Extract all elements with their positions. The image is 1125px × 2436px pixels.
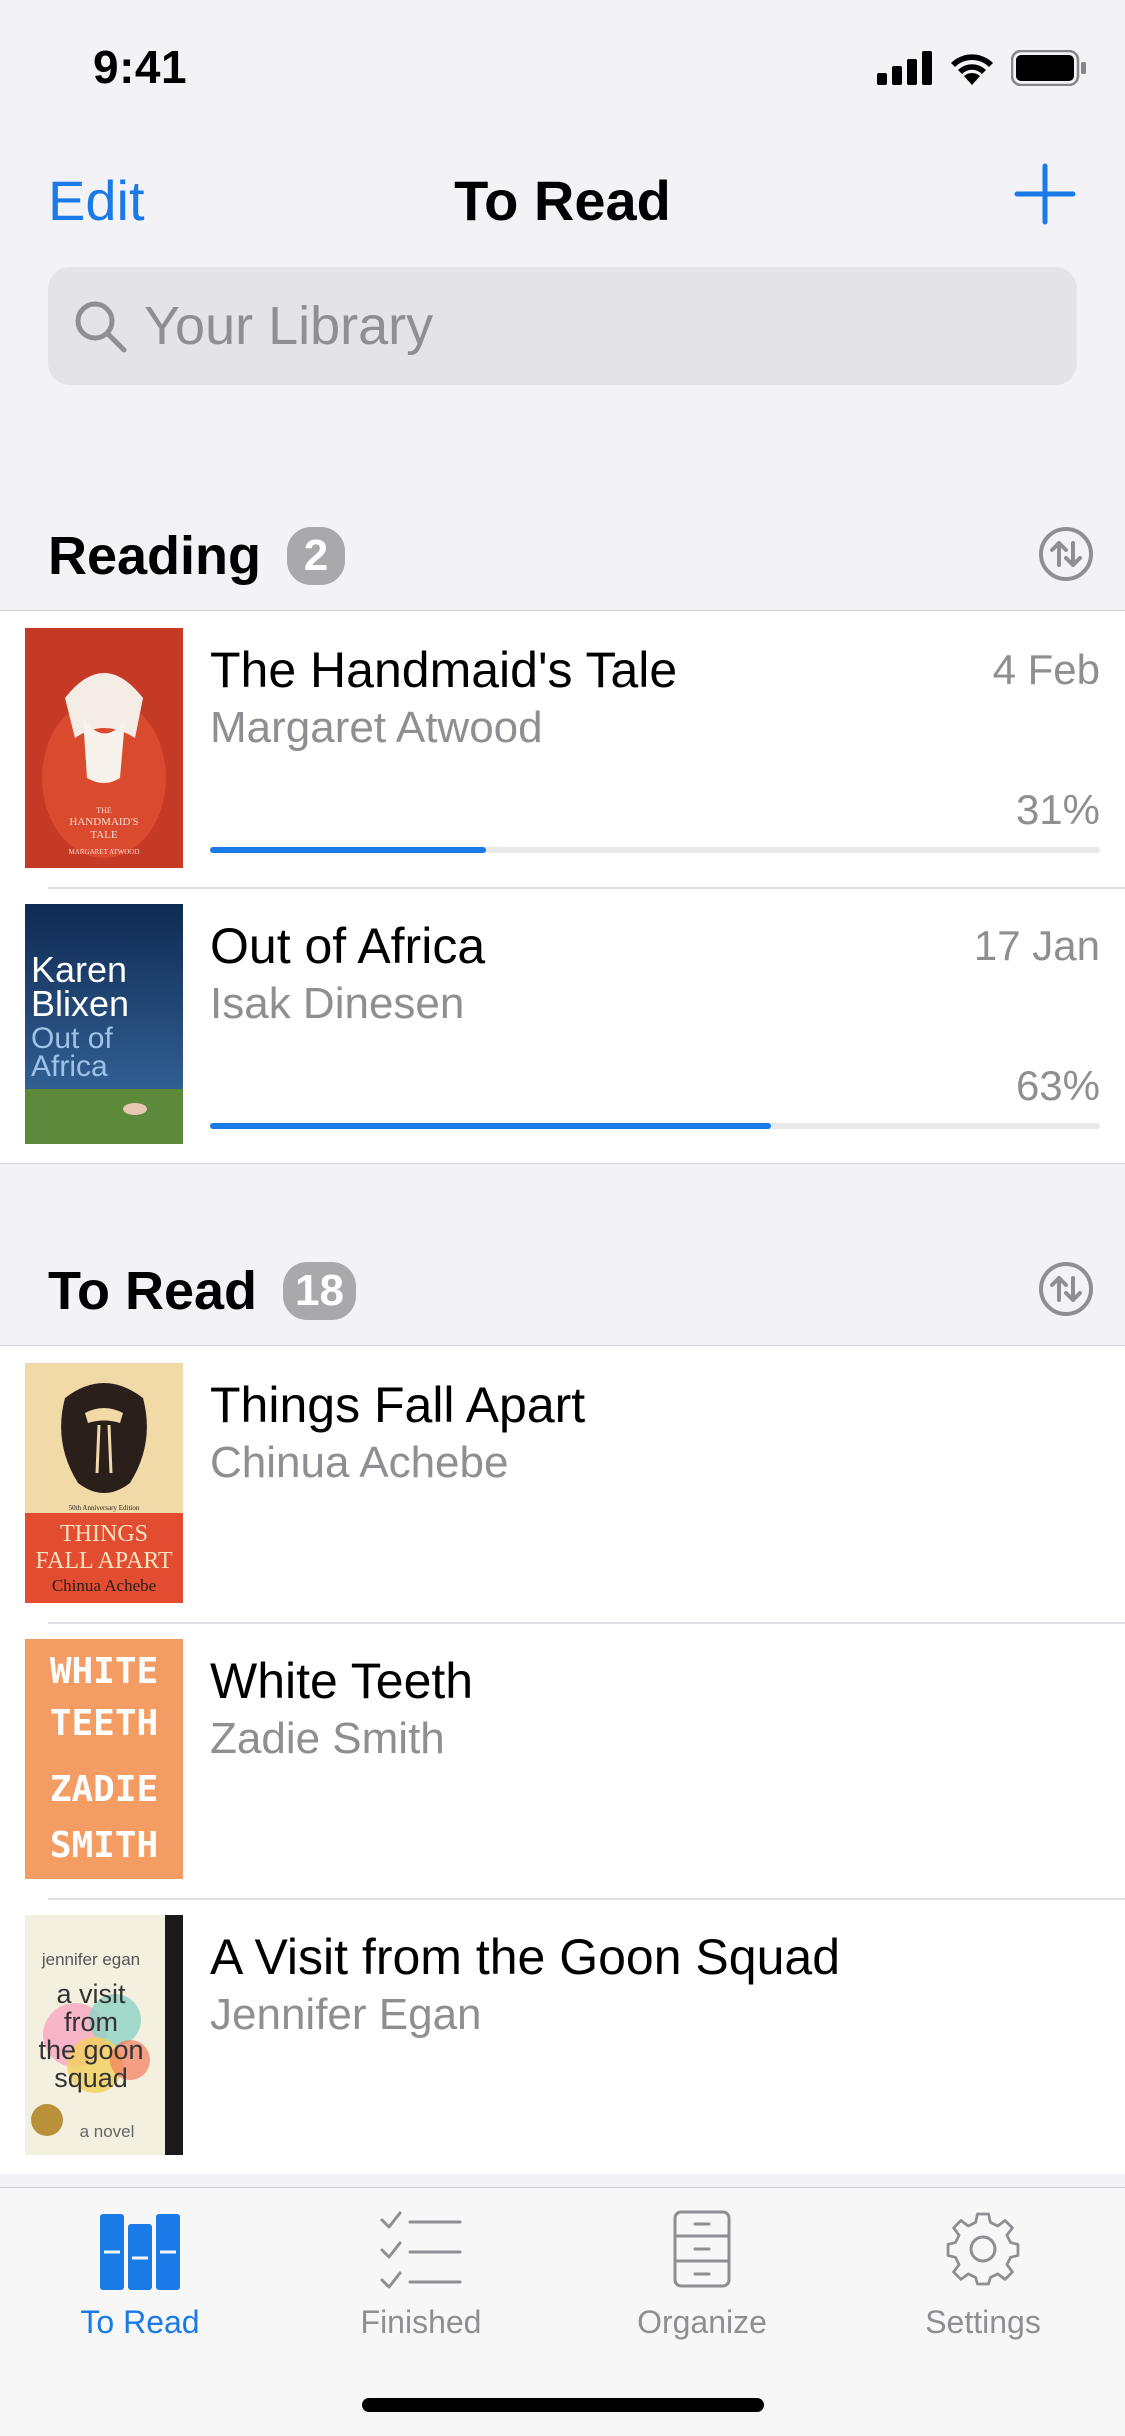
- cover-text: jennifer egan: [41, 1950, 140, 1969]
- book-title: A Visit from the Goon Squad: [210, 1929, 841, 1985]
- status-time: 9:41: [93, 41, 188, 93]
- search-icon: [75, 301, 127, 353]
- to-read-section-header: To Read 18: [0, 1260, 1125, 1350]
- search-placeholder: Your Library: [144, 296, 434, 356]
- sort-icon[interactable]: [1037, 525, 1095, 583]
- cabinet-icon: [673, 2210, 731, 2288]
- book-date: 17 Jan: [973, 922, 1100, 969]
- reading-list: THE HANDMAID'S TALE MARGARET ATWOOD The …: [0, 610, 1125, 1164]
- page-title: To Read: [454, 169, 671, 232]
- cover-text: squad: [54, 2063, 128, 2093]
- tab-organize[interactable]: Organize: [562, 2208, 842, 2341]
- book-title: Things Fall Apart: [210, 1377, 586, 1433]
- plus-icon[interactable]: [1013, 162, 1077, 226]
- book-author: Margaret Atwood: [210, 703, 543, 752]
- cover-text: SMITH: [50, 1825, 158, 1866]
- cover-text: MARGARET ATWOOD: [69, 848, 140, 856]
- cover-text: 50th Anniversary Edition: [69, 1504, 140, 1512]
- cover-text: WHITE: [50, 1651, 158, 1692]
- cover-text: Chinua Achebe: [52, 1576, 156, 1595]
- book-author: Zadie Smith: [210, 1714, 445, 1763]
- book-row[interactable]: THE HANDMAID'S TALE MARGARET ATWOOD The …: [0, 611, 1125, 887]
- cover-text: Africa: [31, 1050, 108, 1083]
- tab-label: Settings: [925, 2304, 1041, 2340]
- progress-bar: [210, 847, 1100, 853]
- tab-finished[interactable]: Finished: [281, 2208, 561, 2341]
- to-read-list: 50th Anniversary Edition THINGS FALL APA…: [0, 1345, 1125, 2174]
- book-progress-label: 31%: [1015, 786, 1100, 833]
- cover-text: a visit: [56, 1979, 126, 2009]
- book-cover-out-of-africa: Karen Blixen Out of Africa: [25, 904, 183, 1144]
- sort-icon[interactable]: [1037, 1260, 1095, 1318]
- to-read-count-badge: 18: [283, 1262, 356, 1320]
- book-cover-goon-squad: jennifer egan a visit from the goon squa…: [25, 1915, 183, 2155]
- progress-fill: [210, 1123, 771, 1129]
- cover-text: THE: [96, 806, 112, 815]
- cover-text: FALL APART: [35, 1548, 172, 1574]
- gear-icon: [946, 2212, 1020, 2286]
- search-field[interactable]: Your Library: [48, 267, 1077, 385]
- home-indicator: [362, 2398, 764, 2412]
- tab-label: Organize: [637, 2304, 767, 2340]
- books-icon: [100, 2214, 180, 2290]
- cover-text: Blixen: [31, 983, 129, 1024]
- cover-text: from: [64, 2007, 118, 2037]
- reading-count-badge: 2: [287, 527, 346, 585]
- book-cover-handmaids-tale: THE HANDMAID'S TALE MARGARET ATWOOD: [25, 628, 183, 868]
- book-title: White Teeth: [210, 1653, 474, 1709]
- book-author: Chinua Achebe: [210, 1438, 509, 1487]
- reading-section-title: Reading: [48, 526, 262, 586]
- book-row[interactable]: WHITE TEETH ZADIE SMITH White Teeth Zadi…: [0, 1622, 1125, 1898]
- cover-text: TALE: [90, 829, 118, 841]
- tab-label: Finished: [360, 2304, 482, 2340]
- navigation-bar: Edit To Read: [0, 150, 1125, 250]
- cover-text: THINGS: [60, 1521, 148, 1547]
- progress-bar: [210, 1123, 1100, 1129]
- book-date: 4 Feb: [992, 646, 1100, 693]
- tab-to-read[interactable]: To Read: [0, 2208, 280, 2341]
- cover-text: a novel: [80, 2122, 135, 2141]
- book-row[interactable]: 50th Anniversary Edition THINGS FALL APA…: [0, 1346, 1125, 1622]
- cover-text: ZADIE: [50, 1769, 158, 1810]
- book-author: Isak Dinesen: [210, 979, 465, 1028]
- cover-text: HANDMAID'S: [69, 816, 138, 828]
- battery-icon: [1011, 50, 1086, 86]
- book-author: Jennifer Egan: [210, 1990, 482, 2039]
- tab-label: To Read: [80, 2304, 200, 2340]
- tab-settings[interactable]: Settings: [843, 2208, 1123, 2341]
- status-icons: [877, 50, 1087, 86]
- book-title: Out of Africa: [210, 918, 486, 974]
- book-progress-label: 63%: [1015, 1062, 1100, 1109]
- book-cover-things-fall-apart: 50th Anniversary Edition THINGS FALL APA…: [25, 1363, 183, 1603]
- book-title: The Handmaid's Tale: [210, 642, 678, 698]
- cover-text: the goon: [38, 2035, 143, 2065]
- cover-text: TEETH: [50, 1703, 158, 1744]
- progress-fill: [210, 847, 486, 853]
- to-read-section-title: To Read: [48, 1261, 258, 1321]
- status-bar: 9:41: [0, 0, 1125, 135]
- wifi-icon: [951, 54, 993, 85]
- checklist-icon: [380, 2211, 462, 2289]
- book-row[interactable]: Karen Blixen Out of Africa Out of Africa…: [0, 887, 1125, 1163]
- reading-section-header: Reading 2: [0, 525, 1125, 615]
- book-row[interactable]: jennifer egan a visit from the goon squa…: [0, 1898, 1125, 2174]
- tab-bar: To Read Finished Organize Settings: [0, 2187, 1125, 2436]
- cellular-signal-icon: [877, 51, 932, 85]
- book-cover-white-teeth: WHITE TEETH ZADIE SMITH: [25, 1639, 183, 1879]
